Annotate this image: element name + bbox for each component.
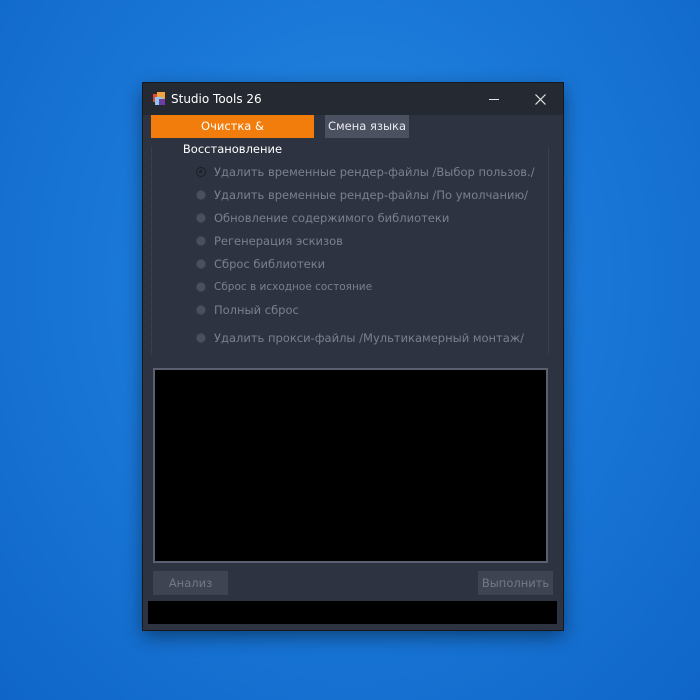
option-delete-render-custom[interactable]: Удалить временные рендер-файлы /Выбор по…	[196, 164, 535, 180]
close-button[interactable]	[517, 83, 563, 115]
option-reset-library[interactable]: Сброс библиотеки	[196, 256, 325, 272]
log-output[interactable]	[153, 368, 548, 563]
radio-button[interactable]	[196, 305, 206, 315]
analyze-button[interactable]: Анализ	[153, 571, 228, 595]
radio-button[interactable]	[196, 259, 206, 269]
option-label: Удалить временные рендер-файлы /По умолч…	[214, 188, 528, 202]
tab-change-language[interactable]: Смена языка	[325, 115, 409, 138]
minimize-icon	[489, 98, 499, 100]
radio-button[interactable]	[196, 167, 206, 177]
option-full-reset[interactable]: Полный сброс	[196, 302, 299, 318]
option-label: Сброс библиотеки	[214, 257, 326, 271]
option-delete-proxy[interactable]: Удалить прокси-файлы /Мультикамерный мон…	[196, 330, 524, 346]
radio-button[interactable]	[196, 282, 206, 292]
tab-cleanup-restore[interactable]: Очистка & Восстановление	[151, 115, 314, 156]
option-regenerate-thumbnails[interactable]: Регенерация эскизов	[196, 233, 343, 249]
option-label: Обновление содержимого библиотеки	[214, 211, 450, 225]
run-button[interactable]: Выполнить	[478, 571, 553, 595]
option-label: Удалить прокси-файлы /Мультикамерный мон…	[214, 331, 525, 345]
radio-button[interactable]	[196, 190, 206, 200]
option-label: Сброс в исходное состояние	[214, 281, 373, 293]
option-label: Удалить временные рендер-файлы /Выбор по…	[214, 165, 535, 179]
option-label: Полный сброс	[214, 303, 299, 317]
option-delete-render-default[interactable]: Удалить временные рендер-файлы /По умолч…	[196, 187, 528, 203]
title-bar[interactable]: Studio Tools 26	[143, 83, 563, 115]
close-icon	[534, 93, 546, 105]
radio-button[interactable]	[196, 213, 206, 223]
minimize-button[interactable]	[471, 83, 517, 115]
studio-tools-icon	[153, 92, 165, 105]
app-window: Studio Tools 26 Очистка & Восстановление…	[143, 83, 563, 630]
window-title: Studio Tools 26	[171, 92, 262, 106]
option-update-library[interactable]: Обновление содержимого библиотеки	[196, 210, 449, 226]
radio-button[interactable]	[196, 236, 206, 246]
radio-button[interactable]	[196, 333, 206, 343]
option-label: Регенерация эскизов	[214, 234, 343, 248]
option-reset-defaults[interactable]: Сброс в исходное состояние	[196, 279, 372, 295]
status-bar	[148, 601, 557, 624]
